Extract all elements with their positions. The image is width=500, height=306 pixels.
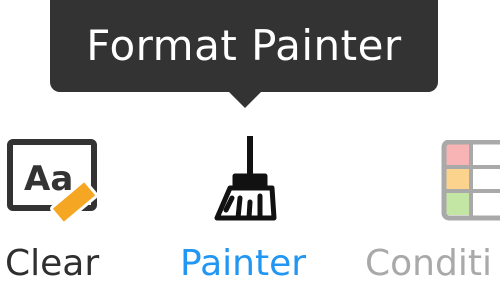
- painter-label: Painter: [180, 243, 307, 284]
- clear-icon-text: Aa: [24, 159, 73, 199]
- clear-format-button[interactable]: Aa: [0, 130, 110, 230]
- tooltip-arrow: [228, 91, 262, 108]
- format-painter-button[interactable]: [200, 130, 300, 230]
- conditional-format-icon: [441, 140, 500, 221]
- tooltip: Format Painter: [50, 0, 438, 92]
- clear-label: Clear: [5, 243, 100, 284]
- conditional-format-button[interactable]: [440, 140, 500, 226]
- tooltip-text: Format Painter: [86, 21, 402, 70]
- clear-format-icon: Aa: [7, 139, 98, 225]
- conditional-label: Conditi: [365, 243, 492, 284]
- ribbon-toolbar: Format Painter Aa Clear Painter Conditi: [0, 0, 500, 306]
- paint-brush-icon: [214, 136, 277, 221]
